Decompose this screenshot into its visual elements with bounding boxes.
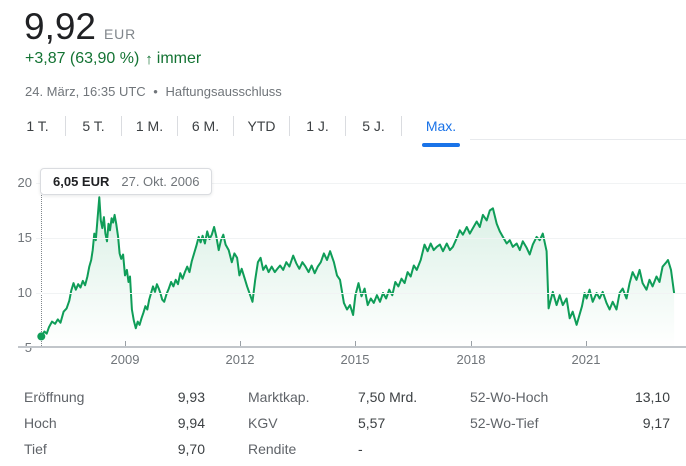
tab-6m[interactable]: 6 M. <box>178 112 233 140</box>
chart-tooltip: 6,05 EUR 27. Okt. 2006 <box>40 168 212 195</box>
x-axis-label: 2012 <box>226 352 255 367</box>
x-axis-label: 2009 <box>111 352 140 367</box>
y-axis-label: 10 <box>2 285 32 301</box>
x-axis-tick <box>586 341 587 346</box>
price-row: 9,92 EUR <box>24 6 136 48</box>
quote-timestamp: 24. März, 16:35 UTC <box>25 84 146 99</box>
x-axis-label: 2018 <box>457 352 486 367</box>
stat-value: 13,10 <box>635 389 670 405</box>
change-period-label: immer <box>157 50 201 68</box>
stat-value: 9,70 <box>178 441 205 457</box>
stat-label: Rendite <box>248 441 358 457</box>
stat-value: 9,94 <box>178 415 205 431</box>
tab-1d[interactable]: 1 T. <box>10 112 65 140</box>
x-axis-label: 2015 <box>341 352 370 367</box>
tooltip-price: 6,05 EUR <box>53 174 109 189</box>
tabs-bottom-border <box>470 139 686 140</box>
stat-label: Marktkap. <box>248 389 358 405</box>
y-axis-label: 15 <box>2 230 32 246</box>
x-axis-tick <box>125 341 126 346</box>
stats-column-2: Marktkap. 7,50 Mrd. KGV 5,57 Rendite - <box>248 384 423 462</box>
gridline <box>36 293 686 294</box>
gridline <box>36 238 686 239</box>
stat-label: KGV <box>248 415 358 431</box>
price-change-row: +3,87 (63,90 %) ↑ immer <box>25 50 201 68</box>
tab-ytd[interactable]: YTD <box>234 112 289 140</box>
stat-pe-ratio: KGV 5,57 <box>248 410 423 436</box>
tab-1m[interactable]: 1 M. <box>122 112 177 140</box>
stat-value: 7,50 Mrd. <box>358 389 417 405</box>
stat-low: Tief 9,70 <box>24 436 205 462</box>
x-axis-tick <box>240 341 241 346</box>
x-axis-label: 2021 <box>572 352 601 367</box>
stat-label: Hoch <box>24 415 57 431</box>
price-change: +3,87 (63,90 %) <box>25 50 139 68</box>
current-price: 9,92 <box>24 6 96 48</box>
stat-value: 9,93 <box>178 389 205 405</box>
stat-label: Eröffnung <box>24 389 84 405</box>
stat-52w-high: 52-Wo-Hoch 13,10 <box>470 384 670 410</box>
stat-52w-low: 52-Wo-Tief 9,17 <box>470 410 670 436</box>
tooltip-date: 27. Okt. 2006 <box>121 174 199 189</box>
active-tab-underline <box>422 143 460 147</box>
tab-max[interactable]: Max. <box>402 112 480 140</box>
stat-value: - <box>358 441 363 457</box>
stat-label: 52-Wo-Tief <box>470 415 538 431</box>
series-start-dot <box>37 332 45 340</box>
tab-5y[interactable]: 5 J. <box>346 112 401 140</box>
x-axis-line <box>18 346 686 348</box>
stat-value: 9,17 <box>643 415 670 431</box>
y-axis-label: 5 <box>2 340 32 356</box>
stat-open: Eröffnung 9,93 <box>24 384 205 410</box>
stat-yield: Rendite - <box>248 436 423 462</box>
stats-column-1: Eröffnung 9,93 Hoch 9,94 Tief 9,70 <box>24 384 205 462</box>
stock-widget: 9,92 EUR +3,87 (63,90 %) ↑ immer 24. Mär… <box>0 0 686 466</box>
x-axis-tick <box>355 341 356 346</box>
quote-date-row: 24. März, 16:35 UTC • Haftungsausschluss <box>25 84 282 99</box>
y-axis-label: 20 <box>2 175 32 191</box>
x-axis-tick <box>471 341 472 346</box>
stat-marketcap: Marktkap. 7,50 Mrd. <box>248 384 423 410</box>
up-arrow-icon: ↑ <box>145 51 153 68</box>
period-tabs: 1 T. 5 T. 1 M. 6 M. YTD 1 J. 5 J. Max. <box>10 112 480 140</box>
stat-high: Hoch 9,94 <box>24 410 205 436</box>
tab-1y[interactable]: 1 J. <box>290 112 345 140</box>
tab-max-label: Max. <box>426 118 456 134</box>
stat-label: Tief <box>24 441 47 457</box>
stat-value: 5,57 <box>358 415 385 431</box>
stat-label: 52-Wo-Hoch <box>470 389 548 405</box>
stats-column-3: 52-Wo-Hoch 13,10 52-Wo-Tief 9,17 <box>470 384 670 436</box>
dot-separator: • <box>153 84 158 99</box>
disclaimer-link[interactable]: Haftungsausschluss <box>165 84 281 99</box>
price-chart[interactable]: 6,05 EUR 27. Okt. 2006 20151052009201220… <box>0 160 686 375</box>
currency-label: EUR <box>104 26 136 42</box>
tab-5d[interactable]: 5 T. <box>66 112 121 140</box>
